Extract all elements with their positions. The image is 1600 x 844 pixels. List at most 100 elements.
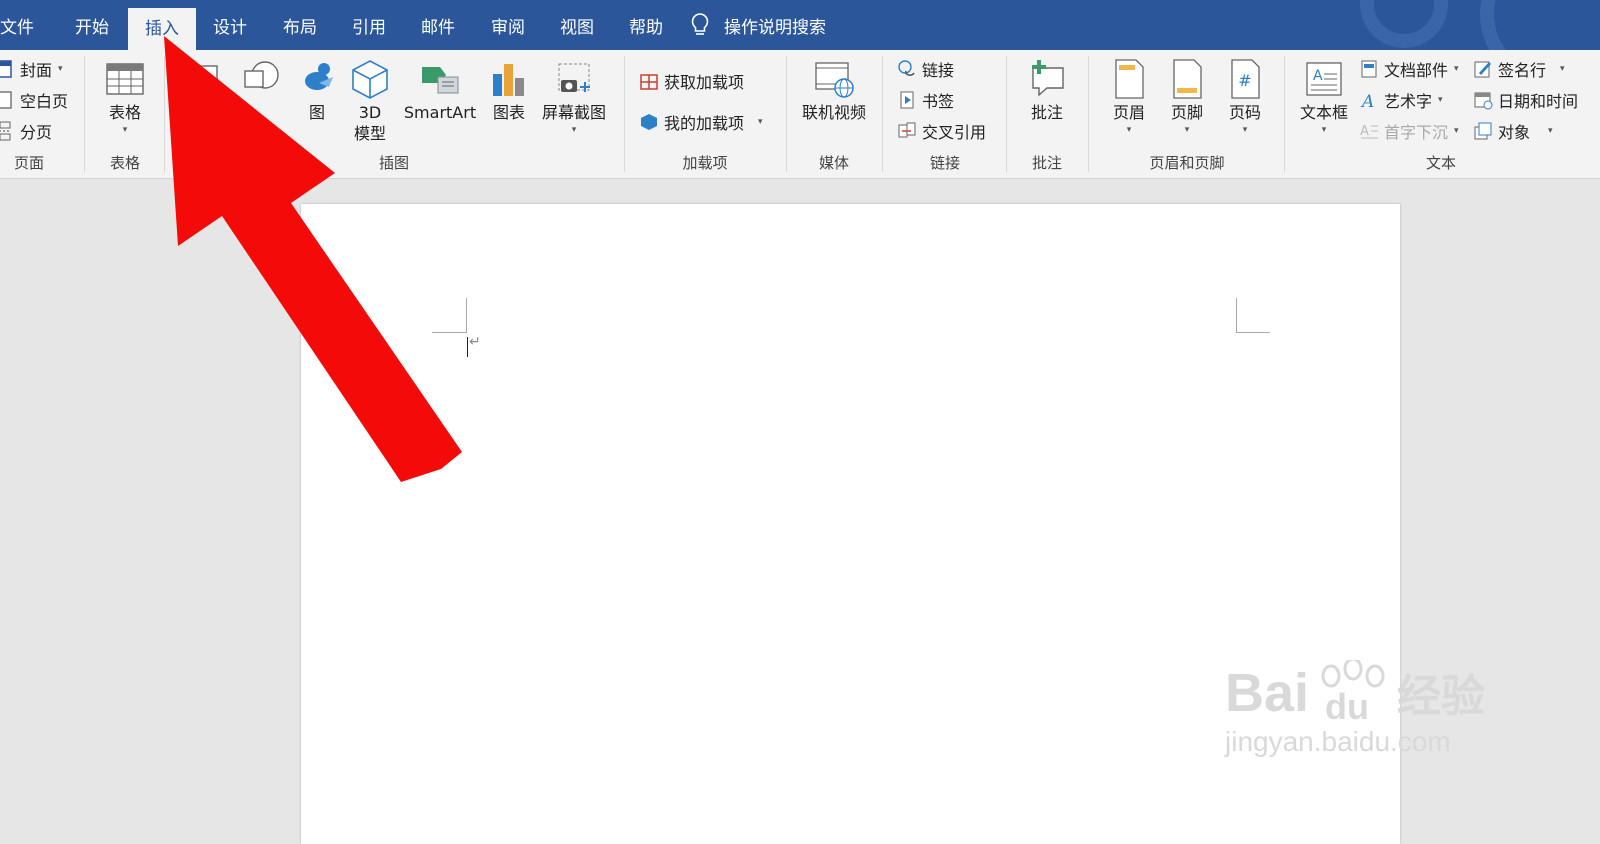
- watermark-cn: 经验: [1397, 671, 1486, 722]
- wordart-button[interactable]: A 艺术字 ▾: [1358, 87, 1443, 113]
- table-icon: [96, 56, 154, 102]
- group-label-pages: 页面: [13, 154, 44, 172]
- group-label-media: 媒体: [818, 154, 849, 172]
- date-time-button[interactable]: 日期和时间: [1472, 87, 1578, 113]
- group-separator: [786, 56, 787, 172]
- decorative-circle: [1360, 0, 1448, 48]
- chevron-down-icon: ▾: [1184, 125, 1190, 135]
- page-number-icon: #: [1216, 56, 1274, 102]
- drop-cap-button[interactable]: A 首字下沉 ▾: [1358, 118, 1459, 144]
- page-break-button[interactable]: 分页: [0, 118, 52, 144]
- group-separator: [1284, 56, 1285, 172]
- link-icon: [896, 58, 918, 80]
- watermark-brand: Bai: [1225, 663, 1310, 723]
- 3d-models-button[interactable]: 3D 模型: [348, 56, 392, 144]
- cube-icon: [348, 56, 392, 102]
- smartart-label: SmartArt: [403, 103, 477, 122]
- tab-layout[interactable]: 布局: [276, 0, 324, 50]
- tab-view[interactable]: 视图: [553, 0, 601, 50]
- object-button[interactable]: 对象 ▾: [1472, 118, 1553, 144]
- get-addins-button[interactable]: 获取加载项: [638, 68, 744, 94]
- svg-text:A: A: [1360, 124, 1369, 139]
- tell-me-search[interactable]: 操作说明搜索: [690, 0, 826, 50]
- chevron-down-icon: ▾: [122, 125, 128, 135]
- page-number-button[interactable]: # 页码 ▾: [1216, 56, 1274, 137]
- smartart-button[interactable]: SmartArt: [402, 56, 478, 123]
- cross-reference-button[interactable]: 交叉引用: [896, 118, 986, 144]
- svg-text:#: #: [1238, 71, 1251, 90]
- blank-page-button[interactable]: 空白页: [0, 87, 68, 113]
- footer-icon: [1158, 56, 1216, 102]
- footer-button[interactable]: 页脚 ▾: [1158, 56, 1216, 137]
- signature-line-label: 签名行: [1498, 61, 1547, 80]
- group-label-tables: 表格: [109, 154, 140, 172]
- quick-parts-button[interactable]: 文档部件 ▾: [1358, 56, 1459, 82]
- table-button[interactable]: 表格 ▾: [96, 56, 154, 137]
- chevron-down-icon: ▾: [1126, 125, 1132, 135]
- tab-file[interactable]: 文件: [0, 0, 34, 50]
- chart-button[interactable]: 图表: [486, 56, 532, 123]
- new-comment-label: 批注: [1030, 103, 1063, 122]
- screenshot-button[interactable]: 屏幕截图 ▾: [538, 56, 610, 137]
- picture-icon: [176, 56, 226, 102]
- group-label-comments: 批注: [1031, 154, 1062, 172]
- group-separator: [882, 56, 883, 172]
- text-box-label: 文本框: [1299, 103, 1348, 122]
- wordart-label: 艺术字: [1384, 92, 1433, 111]
- quick-parts-icon: [1358, 58, 1380, 80]
- tab-help[interactable]: 帮助: [622, 0, 670, 50]
- bookmark-icon: [896, 89, 918, 111]
- group-label-illustrations: 插图: [378, 154, 409, 172]
- chart-label: 图表: [492, 103, 525, 122]
- cover-page-button[interactable]: 封面 ▾: [0, 56, 63, 82]
- icons-button[interactable]: 图: [292, 56, 342, 123]
- online-video-label: 联机视频: [801, 103, 866, 122]
- crop-mark-top-right: [1236, 332, 1270, 333]
- 3d-models-label-line1: 3D: [358, 103, 382, 122]
- group-separator: [1006, 56, 1007, 172]
- tab-insert[interactable]: 插入: [128, 8, 196, 50]
- group-label-addins: 加载项: [682, 154, 728, 172]
- chevron-down-icon: ▾: [1242, 125, 1248, 135]
- group-label-header-footer: 页眉和页脚: [1149, 154, 1225, 172]
- text-box-icon: A: [1292, 56, 1356, 102]
- comment-icon: [1016, 56, 1078, 102]
- screenshot-label: 屏幕截图: [541, 103, 606, 122]
- group-separator: [1088, 56, 1089, 172]
- new-comment-button[interactable]: 批注: [1016, 56, 1078, 123]
- tab-design[interactable]: 设计: [206, 0, 254, 50]
- bookmark-label: 书签: [922, 92, 955, 111]
- group-label-text: 文本: [1425, 154, 1456, 172]
- online-video-icon: [798, 56, 870, 102]
- text-cursor: [467, 337, 468, 357]
- decorative-circle: [1480, 0, 1600, 50]
- tell-me-label: 操作说明搜索: [724, 17, 826, 38]
- link-label: 链接: [922, 61, 955, 80]
- bookmark-button[interactable]: 书签: [896, 87, 954, 113]
- object-label: 对象: [1498, 123, 1531, 142]
- svg-text:A: A: [1360, 92, 1374, 110]
- online-video-button[interactable]: 联机视频: [798, 56, 870, 123]
- signature-line-button[interactable]: 签名行 ▾: [1472, 56, 1565, 82]
- quick-parts-label: 文档部件: [1384, 61, 1449, 80]
- tab-home[interactable]: 开始: [68, 0, 116, 50]
- crop-mark-top-right: [1236, 298, 1237, 332]
- baidu-watermark: Bai du 经验 jingyan.baidu.com: [1225, 660, 1485, 758]
- blank-page-icon: [0, 89, 16, 111]
- group-separator: [84, 56, 85, 172]
- ribbon-insert: 封面▾ 空白页 分页 页面 表格 ▾ 表格 图 3D 模型 SmartArt: [0, 50, 1600, 179]
- shapes-button[interactable]: [234, 56, 288, 102]
- tab-review[interactable]: 审阅: [484, 0, 532, 50]
- watermark-paw-text: du: [1325, 686, 1370, 727]
- tab-references[interactable]: 引用: [345, 0, 393, 50]
- page-break-icon: [0, 120, 16, 142]
- text-box-button[interactable]: A 文本框 ▾: [1292, 56, 1356, 137]
- my-addins-button[interactable]: 我的加载项 ▾: [638, 109, 763, 135]
- link-button[interactable]: 链接: [896, 56, 954, 82]
- pictures-button[interactable]: [176, 56, 226, 102]
- svg-text:A: A: [1313, 68, 1323, 84]
- calendar-icon: [1472, 89, 1494, 111]
- tab-mailings[interactable]: 邮件: [414, 0, 462, 50]
- my-addins-label: 我的加载项: [664, 114, 745, 133]
- header-button[interactable]: 页眉 ▾: [1100, 56, 1158, 137]
